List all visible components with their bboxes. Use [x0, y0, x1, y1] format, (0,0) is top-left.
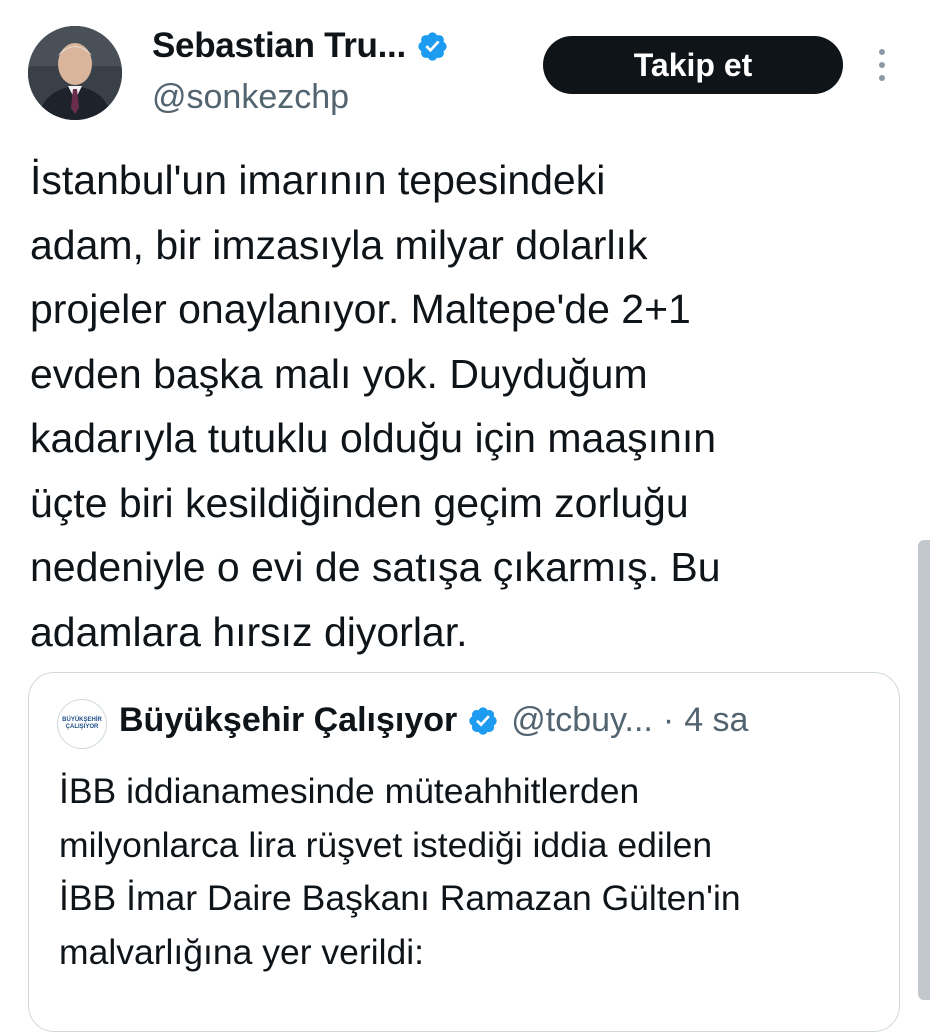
author-handle[interactable]: @sonkezchp — [152, 78, 349, 117]
tweet-text: İstanbul'un imarının tepesindeki adam, b… — [30, 148, 910, 664]
quoted-author-avatar[interactable]: BÜYÜKŞEHİR ÇALIŞIYOR — [57, 699, 107, 749]
author-name[interactable]: Sebastian Tru... — [152, 26, 406, 66]
author-avatar[interactable] — [28, 26, 122, 120]
follow-button[interactable]: Takip et — [543, 36, 843, 94]
quoted-timestamp[interactable]: 4 sa — [684, 701, 748, 740]
tweet-line: kadarıyla tutuklu olduğu için maaşının — [30, 415, 717, 461]
quoted-tweet-text: İBB iddianamesinde müteahhitlerden milyo… — [59, 765, 879, 979]
quoted-author-name[interactable]: Büyükşehir Çalışıyor — [119, 701, 457, 740]
tweet-line: projeler onaylanıyor. Maltepe'de 2+1 — [30, 286, 691, 332]
more-vertical-icon[interactable] — [870, 45, 894, 85]
quoted-line: milyonlarca lira rüşvet istediği iddia e… — [59, 824, 713, 865]
scrollbar[interactable] — [918, 540, 930, 1000]
tweet-line: evden başka malı yok. Duyduğum — [30, 350, 648, 397]
separator-dot: · — [662, 701, 675, 739]
quoted-line: İBB İmar Daire Başkanı Ramazan Gülten'in — [59, 878, 741, 918]
quoted-line: İBB iddianamesinde müteahhitlerden — [59, 771, 640, 811]
tweet-line: İstanbul'un imarının tepesindeki — [30, 157, 606, 203]
avatar-logo-text: ÇALIŞIYOR — [65, 724, 99, 730]
avatar-logo-text: BÜYÜKŞEHİR — [62, 717, 102, 723]
quoted-tweet-card[interactable]: BÜYÜKŞEHİR ÇALIŞIYOR Büyükşehir Çalışıyo… — [28, 672, 900, 1032]
quoted-author-handle[interactable]: @tcbuy... — [511, 701, 653, 740]
tweet-line: adam, bir imzasıyla milyar dolarlık — [30, 221, 648, 268]
verified-badge-icon — [418, 31, 447, 61]
verified-badge-icon — [469, 706, 497, 735]
tweet-line: üçte biri kesildiğinden geçim zorluğu — [30, 479, 689, 526]
tweet-line: adamlara hırsız diyorlar. — [30, 608, 468, 655]
tweet-line: nedeniyle o evi de satışa çıkarmış. Bu — [30, 544, 721, 590]
quoted-line: malvarlığına yer verildi: — [59, 931, 424, 972]
